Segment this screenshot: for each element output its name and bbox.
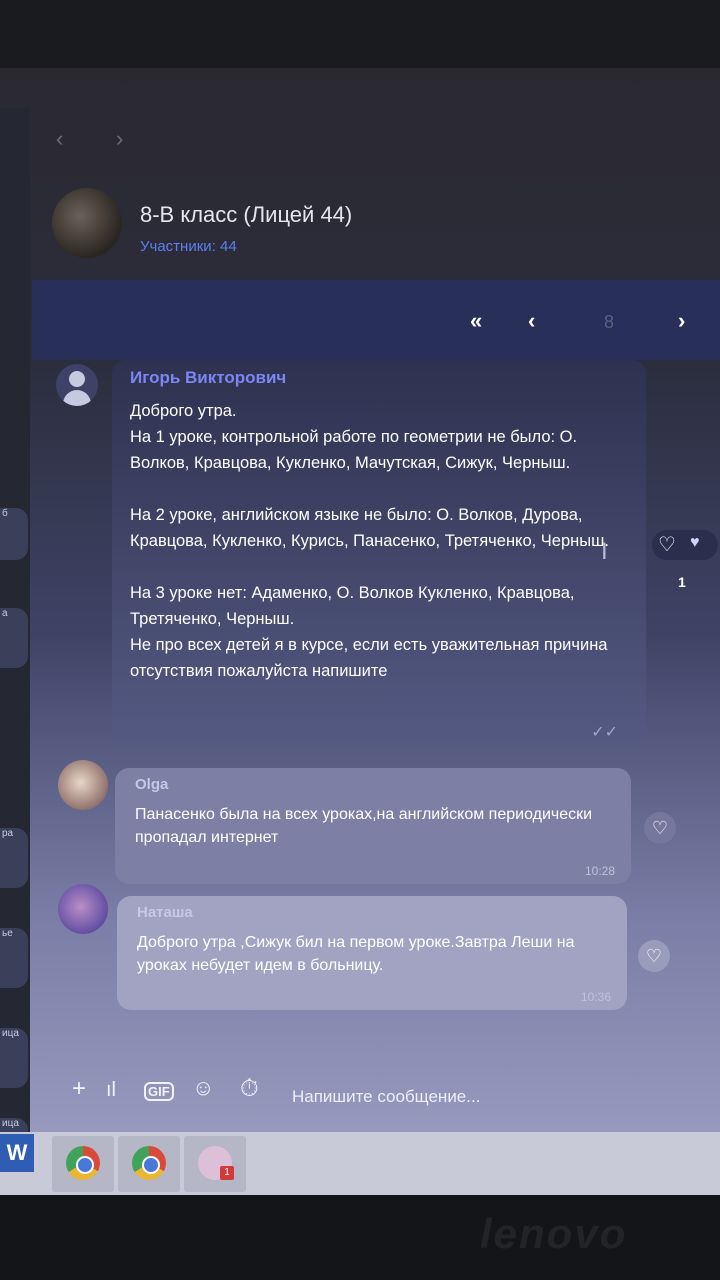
sidebar: б а ра ье ица ица	[0, 108, 30, 1168]
poll-icon[interactable]: ıl	[106, 1079, 116, 1102]
avatar[interactable]	[58, 760, 108, 810]
notification-badge: 1	[220, 1166, 234, 1180]
message-bubble[interactable]: Olga Панасенко была на всех уроках,на ан…	[115, 768, 631, 884]
message-bubble[interactable]: Наташа Доброго утра ,Сижук бил на первом…	[117, 896, 627, 1010]
taskbar-viber[interactable]: 1	[184, 1136, 246, 1192]
sidebar-item[interactable]: а	[0, 608, 28, 668]
add-attachment-icon[interactable]: +	[72, 1075, 86, 1103]
chat-title: 8-В класс (Лицей 44)	[140, 202, 353, 227]
message-author[interactable]: Olga	[135, 776, 611, 793]
page-number: 8	[604, 312, 615, 332]
like-count: 1	[678, 574, 686, 590]
message-bubble[interactable]: Игорь Викторович Доброго утра. На 1 урок…	[112, 360, 646, 748]
message-time: 10:28	[584, 864, 615, 878]
like-outline-icon[interactable]: ♡	[658, 532, 676, 557]
sticker-icon[interactable]: ☺	[192, 1075, 214, 1101]
message-text: Панасенко была на всех уроках,на английс…	[135, 806, 593, 846]
message-composer: + ıl GIF ☺ ⏱ Напишите сообщение...	[48, 1058, 720, 1135]
chat-header: 8-В класс (Лицей 44) Участники: 44	[32, 168, 720, 278]
taskbar-chrome[interactable]	[118, 1136, 180, 1192]
first-page-button[interactable]: «	[470, 308, 482, 334]
message-input[interactable]: Напишите сообщение...	[292, 1087, 480, 1107]
like-icon[interactable]: ♡	[644, 812, 676, 844]
message-author[interactable]: Игорь Викторович	[130, 368, 628, 388]
forward-arrow-icon[interactable]: ›	[116, 126, 123, 152]
app-window: б а ра ье ица ица ‹ › 8-В класс (Лицей 4…	[0, 68, 720, 1198]
message-pager: « ‹ 8 ›	[32, 280, 720, 360]
members-link[interactable]: Участники: 44	[140, 238, 237, 255]
like-icon[interactable]: ♡	[638, 940, 670, 972]
group-avatar[interactable]	[52, 188, 122, 258]
avatar[interactable]	[58, 884, 108, 934]
prev-page-button[interactable]: ‹	[528, 308, 535, 334]
next-page-button[interactable]: ›	[678, 308, 685, 334]
user-icon[interactable]	[56, 364, 98, 406]
chrome-icon	[132, 1146, 166, 1180]
timer-icon[interactable]: ⏱	[240, 1075, 259, 1103]
message-author[interactable]: Наташа	[137, 904, 607, 921]
sidebar-item[interactable]: ье	[0, 928, 28, 988]
monitor-bezel-top	[0, 0, 720, 70]
chrome-icon	[66, 1146, 100, 1180]
reaction-bar[interactable]: ♡ ♥	[652, 530, 718, 560]
taskbar-chrome[interactable]	[52, 1136, 114, 1192]
message-text: Доброго утра. На 1 уроке, контрольной ра…	[130, 402, 609, 680]
gif-icon[interactable]: GIF	[144, 1082, 174, 1101]
sidebar-item[interactable]: б	[0, 508, 28, 560]
lenovo-logo: lenovo	[480, 1210, 628, 1257]
taskbar: 1	[0, 1132, 720, 1198]
word-icon[interactable]: W	[0, 1134, 34, 1172]
text-cursor-icon: I	[601, 538, 608, 565]
sidebar-item[interactable]: ица	[0, 1028, 28, 1088]
read-check-icon: ✓✓	[591, 724, 618, 741]
like-filled-icon[interactable]: ♥	[690, 534, 700, 552]
message-text: Доброго утра ,Сижук бил на первом уроке.…	[137, 934, 575, 974]
sidebar-item[interactable]: ра	[0, 828, 28, 888]
back-arrow-icon[interactable]: ‹	[56, 126, 63, 152]
message-time: 10:36	[580, 990, 611, 1004]
